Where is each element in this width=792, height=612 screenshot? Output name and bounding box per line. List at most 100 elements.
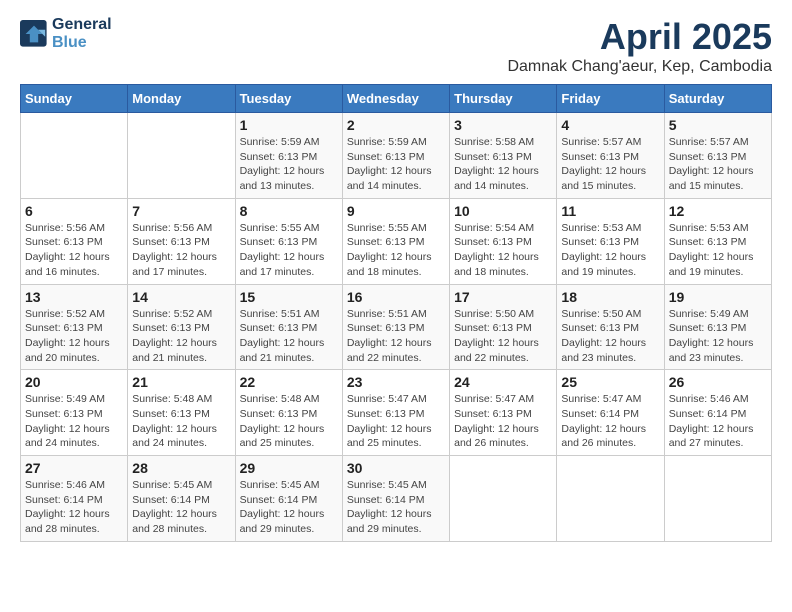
sunrise-text: Sunrise: 5:57 AM bbox=[561, 135, 659, 150]
sunset-text: Sunset: 6:14 PM bbox=[25, 493, 123, 508]
day-detail: Sunrise: 5:46 AMSunset: 6:14 PMDaylight:… bbox=[25, 478, 123, 537]
sunset-text: Sunset: 6:13 PM bbox=[240, 407, 338, 422]
title-area: April 2025 Damnak Chang'aeur, Kep, Cambo… bbox=[507, 16, 772, 76]
daylight-text: Daylight: 12 hours and 25 minutes. bbox=[347, 422, 445, 451]
day-number: 30 bbox=[347, 460, 445, 476]
day-number: 6 bbox=[25, 203, 123, 219]
sunset-text: Sunset: 6:13 PM bbox=[240, 150, 338, 165]
daylight-text: Daylight: 12 hours and 19 minutes. bbox=[669, 250, 767, 279]
day-number: 19 bbox=[669, 289, 767, 305]
sunset-text: Sunset: 6:13 PM bbox=[132, 407, 230, 422]
daylight-text: Daylight: 12 hours and 17 minutes. bbox=[240, 250, 338, 279]
sunset-text: Sunset: 6:14 PM bbox=[240, 493, 338, 508]
day-number: 16 bbox=[347, 289, 445, 305]
day-number: 1 bbox=[240, 117, 338, 133]
sunrise-text: Sunrise: 5:45 AM bbox=[132, 478, 230, 493]
day-detail: Sunrise: 5:57 AMSunset: 6:13 PMDaylight:… bbox=[669, 135, 767, 194]
cell-week3-day3: 16Sunrise: 5:51 AMSunset: 6:13 PMDayligh… bbox=[342, 284, 449, 370]
logo-text: General Blue bbox=[52, 16, 112, 52]
day-detail: Sunrise: 5:48 AMSunset: 6:13 PMDaylight:… bbox=[240, 392, 338, 451]
sunset-text: Sunset: 6:13 PM bbox=[240, 235, 338, 250]
cell-week3-day6: 19 Sunrise: 5:49 AMSunset: 6:13 PMDayligh… bbox=[664, 284, 771, 370]
daylight-text: Daylight: 12 hours and 27 minutes. bbox=[669, 422, 767, 451]
header-sunday: Sunday bbox=[21, 85, 128, 113]
cell-week2-day2: 8Sunrise: 5:55 AMSunset: 6:13 PMDaylight… bbox=[235, 198, 342, 284]
daylight-text: Daylight: 12 hours and 19 minutes. bbox=[561, 250, 659, 279]
week-row-3: 13Sunrise: 5:52 AMSunset: 6:13 PMDayligh… bbox=[21, 284, 772, 370]
day-detail: Sunrise: 5:47 AMSunset: 6:13 PMDaylight:… bbox=[347, 392, 445, 451]
sunrise-text: Sunrise: 5:50 AM bbox=[454, 307, 552, 322]
sunrise-text: Sunrise: 5:55 AM bbox=[240, 221, 338, 236]
page-header: General Blue April 2025 Damnak Chang'aeu… bbox=[20, 16, 772, 76]
day-detail: Sunrise: 5:58 AMSunset: 6:13 PMDaylight:… bbox=[454, 135, 552, 194]
day-detail: Sunrise: 5:52 AMSunset: 6:13 PMDaylight:… bbox=[25, 307, 123, 366]
daylight-text: Daylight: 12 hours and 28 minutes. bbox=[25, 507, 123, 536]
cell-week4-day6: 26Sunrise: 5:46 AMSunset: 6:14 PMDayligh… bbox=[664, 370, 771, 456]
sunrise-text: Sunrise: 5:46 AM bbox=[25, 478, 123, 493]
sunrise-text: Sunrise: 5:59 AM bbox=[347, 135, 445, 150]
sunrise-text: Sunrise: 5:58 AM bbox=[454, 135, 552, 150]
sunrise-text: Sunrise: 5:47 AM bbox=[454, 392, 552, 407]
header-row: Sunday Monday Tuesday Wednesday Thursday… bbox=[21, 85, 772, 113]
day-detail: Sunrise: 5:56 AMSunset: 6:13 PMDaylight:… bbox=[25, 221, 123, 280]
header-saturday: Saturday bbox=[664, 85, 771, 113]
cell-week1-day1 bbox=[128, 113, 235, 199]
cell-week5-day2: 29Sunrise: 5:45 AMSunset: 6:14 PMDayligh… bbox=[235, 456, 342, 542]
sunrise-text: Sunrise: 5:51 AM bbox=[347, 307, 445, 322]
daylight-text: Daylight: 12 hours and 17 minutes. bbox=[132, 250, 230, 279]
day-detail: Sunrise: 5:45 AMSunset: 6:14 PMDaylight:… bbox=[347, 478, 445, 537]
calendar-body: 1Sunrise: 5:59 AMSunset: 6:13 PMDaylight… bbox=[21, 113, 772, 542]
day-detail: Sunrise: 5:45 AMSunset: 6:14 PMDaylight:… bbox=[132, 478, 230, 537]
daylight-text: Daylight: 12 hours and 22 minutes. bbox=[454, 336, 552, 365]
sunset-text: Sunset: 6:14 PM bbox=[561, 407, 659, 422]
day-number: 14 bbox=[132, 289, 230, 305]
day-number: 5 bbox=[669, 117, 767, 133]
day-detail: Sunrise: 5:49 AMSunset: 6:13 PMDaylight:… bbox=[25, 392, 123, 451]
day-number: 12 bbox=[669, 203, 767, 219]
day-number: 15 bbox=[240, 289, 338, 305]
sunrise-text: Sunrise: 5:59 AM bbox=[240, 135, 338, 150]
sunset-text: Sunset: 6:13 PM bbox=[669, 235, 767, 250]
daylight-text: Daylight: 12 hours and 26 minutes. bbox=[561, 422, 659, 451]
day-number: 11 bbox=[561, 203, 659, 219]
cell-week4-day5: 25Sunrise: 5:47 AMSunset: 6:14 PMDayligh… bbox=[557, 370, 664, 456]
cell-week4-day0: 20 Sunrise: 5:49 AMSunset: 6:13 PMDayligh… bbox=[21, 370, 128, 456]
cell-week5-day0: 27Sunrise: 5:46 AMSunset: 6:14 PMDayligh… bbox=[21, 456, 128, 542]
cell-week3-day0: 13Sunrise: 5:52 AMSunset: 6:13 PMDayligh… bbox=[21, 284, 128, 370]
day-number: 20 bbox=[25, 374, 123, 390]
sunrise-text: Sunrise: 5:52 AM bbox=[132, 307, 230, 322]
week-row-5: 27Sunrise: 5:46 AMSunset: 6:14 PMDayligh… bbox=[21, 456, 772, 542]
cell-week4-day1: 21Sunrise: 5:48 AMSunset: 6:13 PMDayligh… bbox=[128, 370, 235, 456]
cell-week5-day5 bbox=[557, 456, 664, 542]
sunrise-text: Sunrise: 5:56 AM bbox=[25, 221, 123, 236]
sunset-text: Sunset: 6:13 PM bbox=[454, 150, 552, 165]
daylight-text: Daylight: 12 hours and 21 minutes. bbox=[240, 336, 338, 365]
daylight-text: Daylight: 12 hours and 26 minutes. bbox=[454, 422, 552, 451]
day-detail: Sunrise: 5:56 AMSunset: 6:13 PMDaylight:… bbox=[132, 221, 230, 280]
daylight-text: Daylight: 12 hours and 14 minutes. bbox=[347, 164, 445, 193]
sunrise-text: Sunrise: 5:52 AM bbox=[25, 307, 123, 322]
sunset-text: Sunset: 6:13 PM bbox=[25, 235, 123, 250]
day-number: 28 bbox=[132, 460, 230, 476]
sunset-text: Sunset: 6:13 PM bbox=[454, 321, 552, 336]
daylight-text: Daylight: 12 hours and 16 minutes. bbox=[25, 250, 123, 279]
cell-week3-day5: 18Sunrise: 5:50 AMSunset: 6:13 PMDayligh… bbox=[557, 284, 664, 370]
sunset-text: Sunset: 6:13 PM bbox=[561, 321, 659, 336]
cell-week2-day3: 9Sunrise: 5:55 AMSunset: 6:13 PMDaylight… bbox=[342, 198, 449, 284]
day-detail: Sunrise: 5:55 AMSunset: 6:13 PMDaylight:… bbox=[240, 221, 338, 280]
day-number: 10 bbox=[454, 203, 552, 219]
sunrise-text: Sunrise: 5:53 AM bbox=[669, 221, 767, 236]
logo: General Blue bbox=[20, 16, 112, 52]
sunset-text: Sunset: 6:13 PM bbox=[347, 321, 445, 336]
daylight-text: Daylight: 12 hours and 13 minutes. bbox=[240, 164, 338, 193]
day-detail: Sunrise: 5:53 AMSunset: 6:13 PMDaylight:… bbox=[669, 221, 767, 280]
cell-week1-day5: 4Sunrise: 5:57 AMSunset: 6:13 PMDaylight… bbox=[557, 113, 664, 199]
day-detail: Sunrise: 5:49 AMSunset: 6:13 PMDaylight:… bbox=[669, 307, 767, 366]
sunset-text: Sunset: 6:13 PM bbox=[347, 150, 445, 165]
day-detail: Sunrise: 5:57 AMSunset: 6:13 PMDaylight:… bbox=[561, 135, 659, 194]
daylight-text: Daylight: 12 hours and 29 minutes. bbox=[347, 507, 445, 536]
day-number: 3 bbox=[454, 117, 552, 133]
cell-week3-day1: 14Sunrise: 5:52 AMSunset: 6:13 PMDayligh… bbox=[128, 284, 235, 370]
sunset-text: Sunset: 6:13 PM bbox=[669, 321, 767, 336]
week-row-2: 6Sunrise: 5:56 AMSunset: 6:13 PMDaylight… bbox=[21, 198, 772, 284]
